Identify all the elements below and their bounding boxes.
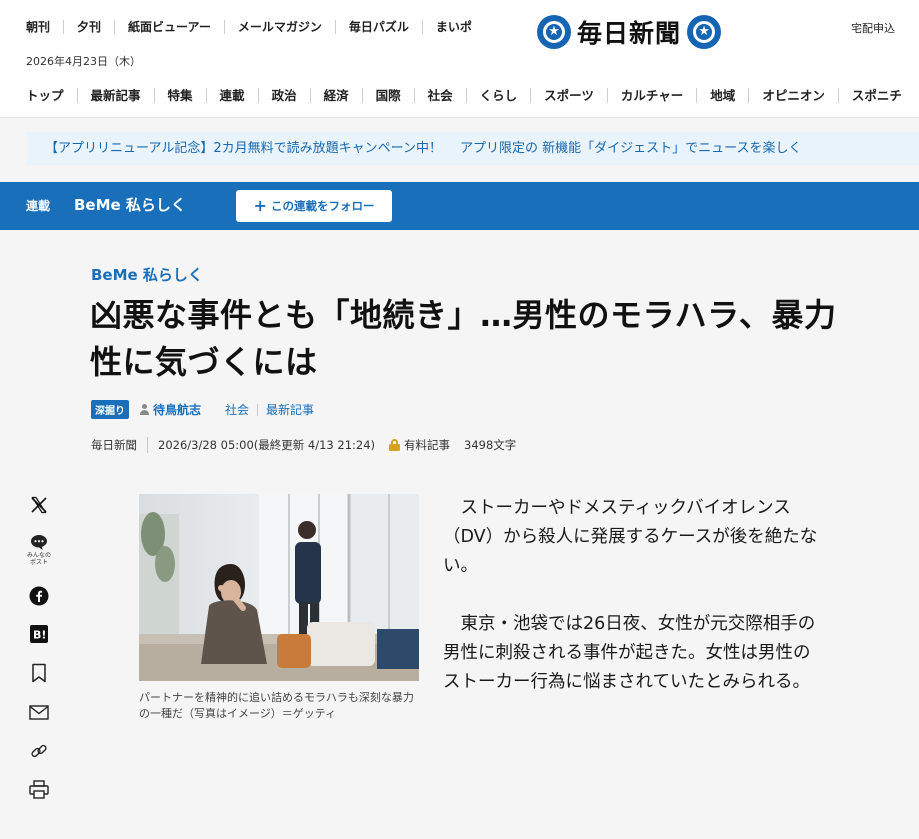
- article-body: ストーカーやドメスティックバイオレンス（DV）から殺人に発展するケースが後を絶た…: [443, 494, 823, 726]
- article-datetime: 2026/3/28 05:00(最終更新 4/13 21:24): [158, 438, 376, 452]
- printer-icon: [29, 780, 49, 799]
- nav-culture[interactable]: カルチャー: [606, 88, 696, 103]
- category-link[interactable]: 社会: [217, 404, 257, 416]
- lock-icon: [389, 439, 401, 451]
- nav-opinion[interactable]: オピニオン: [748, 88, 838, 103]
- facebook-icon: [29, 586, 49, 606]
- nav-sports[interactable]: スポーツ: [530, 88, 607, 103]
- char-count: 3498文字: [464, 438, 517, 452]
- util-link-viewer[interactable]: 紙面ビューアー: [114, 20, 224, 34]
- series-bar: 連載 BeMe 私らしく: [0, 182, 919, 230]
- x-logo-icon: [31, 496, 47, 514]
- svg-text:B!: B!: [33, 629, 46, 642]
- util-link-maipo[interactable]: まいポ: [421, 20, 485, 34]
- nav-regional[interactable]: 地域: [696, 88, 748, 103]
- person-icon: [139, 404, 150, 415]
- nav-society[interactable]: 社会: [413, 88, 466, 103]
- mail-icon: [29, 705, 49, 720]
- util-link-puzzle[interactable]: 毎日パズル: [334, 20, 422, 34]
- util-link-morning[interactable]: 朝刊: [26, 20, 63, 34]
- article-paragraph: 東京・池袋では26日夜、女性が元交際相手の男性に刺殺される事件が起きた。女性は男…: [443, 614, 816, 692]
- paid-article-label: 有料記事: [404, 438, 451, 452]
- follow-series-label: この連載をフォロー: [270, 199, 375, 213]
- logo-emblem-icon: [687, 15, 722, 49]
- bookmark-button[interactable]: [27, 663, 51, 683]
- nav-economy[interactable]: 経済: [309, 88, 362, 103]
- article-series-label[interactable]: BeMe 私らしく: [91, 264, 203, 285]
- promo-text-digest: アプリ限定の 新機能「ダイジェスト」でニュースを楽しく: [459, 141, 802, 156]
- article-paragraph: ストーカーやドメスティックバイオレンス（DV）から殺人に発展するケースが後を絶た…: [443, 498, 818, 576]
- promo-text-campaign: 【アプリリニューアル記念】2カ月無料で読み放題キャンペーン中！: [45, 141, 442, 156]
- share-hatena-button[interactable]: B!: [27, 625, 51, 643]
- share-x-button[interactable]: [27, 496, 51, 514]
- site-logo[interactable]: 毎日新聞: [537, 14, 722, 50]
- logo-emblem-icon: [537, 15, 571, 49]
- series-title[interactable]: BeMe 私らしく: [74, 194, 186, 215]
- bookmark-icon: [32, 663, 46, 683]
- nav-international[interactable]: 国際: [361, 88, 414, 103]
- nav-series[interactable]: 連載: [205, 88, 258, 103]
- author-link[interactable]: 待鳥航志: [139, 401, 217, 418]
- article-source: 毎日新聞: [91, 437, 148, 453]
- link-icon: [31, 744, 47, 758]
- site-header: 朝刊 夕刊 紙面ビューアー メールマガジン 毎日パズル まいポ 2026年4月2…: [0, 0, 919, 118]
- global-nav: トップ 最新記事 特集 連載 政治 経済 国際 社会 くらし スポーツ カルチャ…: [26, 88, 915, 103]
- share-facebook-button[interactable]: [27, 586, 51, 606]
- utility-links: 朝刊 夕刊 紙面ビューアー メールマガジン 毎日パズル まいポ: [26, 20, 485, 34]
- follow-series-button[interactable]: + この連載をフォロー: [236, 190, 392, 222]
- nav-top[interactable]: トップ: [26, 88, 77, 103]
- nav-latest[interactable]: 最新記事: [76, 88, 154, 103]
- app-promo-banner[interactable]: 【アプリリニューアル記念】2カ月無料で読み放題キャンペーン中！ アプリ限定の 新機…: [27, 132, 919, 165]
- article-tags: 深掘り 待鳥航志 社会 最新記事: [91, 400, 322, 419]
- copy-link-button[interactable]: [27, 742, 51, 760]
- nav-features[interactable]: 特集: [153, 88, 206, 103]
- speech-bubble-icon: [31, 535, 47, 550]
- article-meta: 毎日新聞 2026/3/28 05:00(最終更新 4/13 21:24) 有料…: [91, 437, 516, 453]
- headline-line-2: 性に気づくには: [90, 343, 318, 381]
- nav-politics[interactable]: 政治: [257, 88, 310, 103]
- util-link-newsletter[interactable]: メールマガジン: [223, 20, 335, 34]
- author-name: 待鳥航志: [153, 403, 202, 417]
- minna-post-label: みんなの ポスト: [27, 552, 52, 566]
- hatena-bookmark-icon: B!: [30, 625, 48, 643]
- share-minna-post-button[interactable]: みんなの ポスト: [27, 534, 51, 566]
- article-headline: 凶悪な事件とも「地続き」…男性のモラハラ、暴力 性に気づくには: [90, 292, 870, 386]
- nav-lifestyle[interactable]: くらし: [465, 88, 531, 103]
- article-photo[interactable]: [139, 494, 419, 681]
- series-tag: 連載: [26, 199, 51, 213]
- deep-dive-badge: 深掘り: [91, 400, 129, 419]
- latest-news-link[interactable]: 最新記事: [257, 403, 322, 416]
- util-link-evening[interactable]: 夕刊: [63, 20, 114, 34]
- plus-icon: +: [253, 196, 267, 215]
- logo-text: 毎日新聞: [577, 19, 682, 48]
- share-mail-button[interactable]: [27, 705, 51, 720]
- delivery-signup-link[interactable]: 宅配申込: [851, 20, 895, 36]
- headline-line-1: 凶悪な事件とも「地続き」…男性のモラハラ、暴力: [90, 296, 837, 334]
- current-date: 2026年4月23日（木）: [26, 55, 141, 68]
- nav-sponichi[interactable]: スポニチ: [837, 88, 915, 103]
- print-button[interactable]: [27, 780, 51, 799]
- photo-caption: パートナーを精神的に追い詰めるモラハラも深刻な暴力の一種だ（写真はイメージ）＝ゲ…: [139, 691, 414, 720]
- article-figure: パートナーを精神的に追い詰めるモラハラも深刻な暴力の一種だ（写真はイメージ）＝ゲ…: [139, 494, 419, 722]
